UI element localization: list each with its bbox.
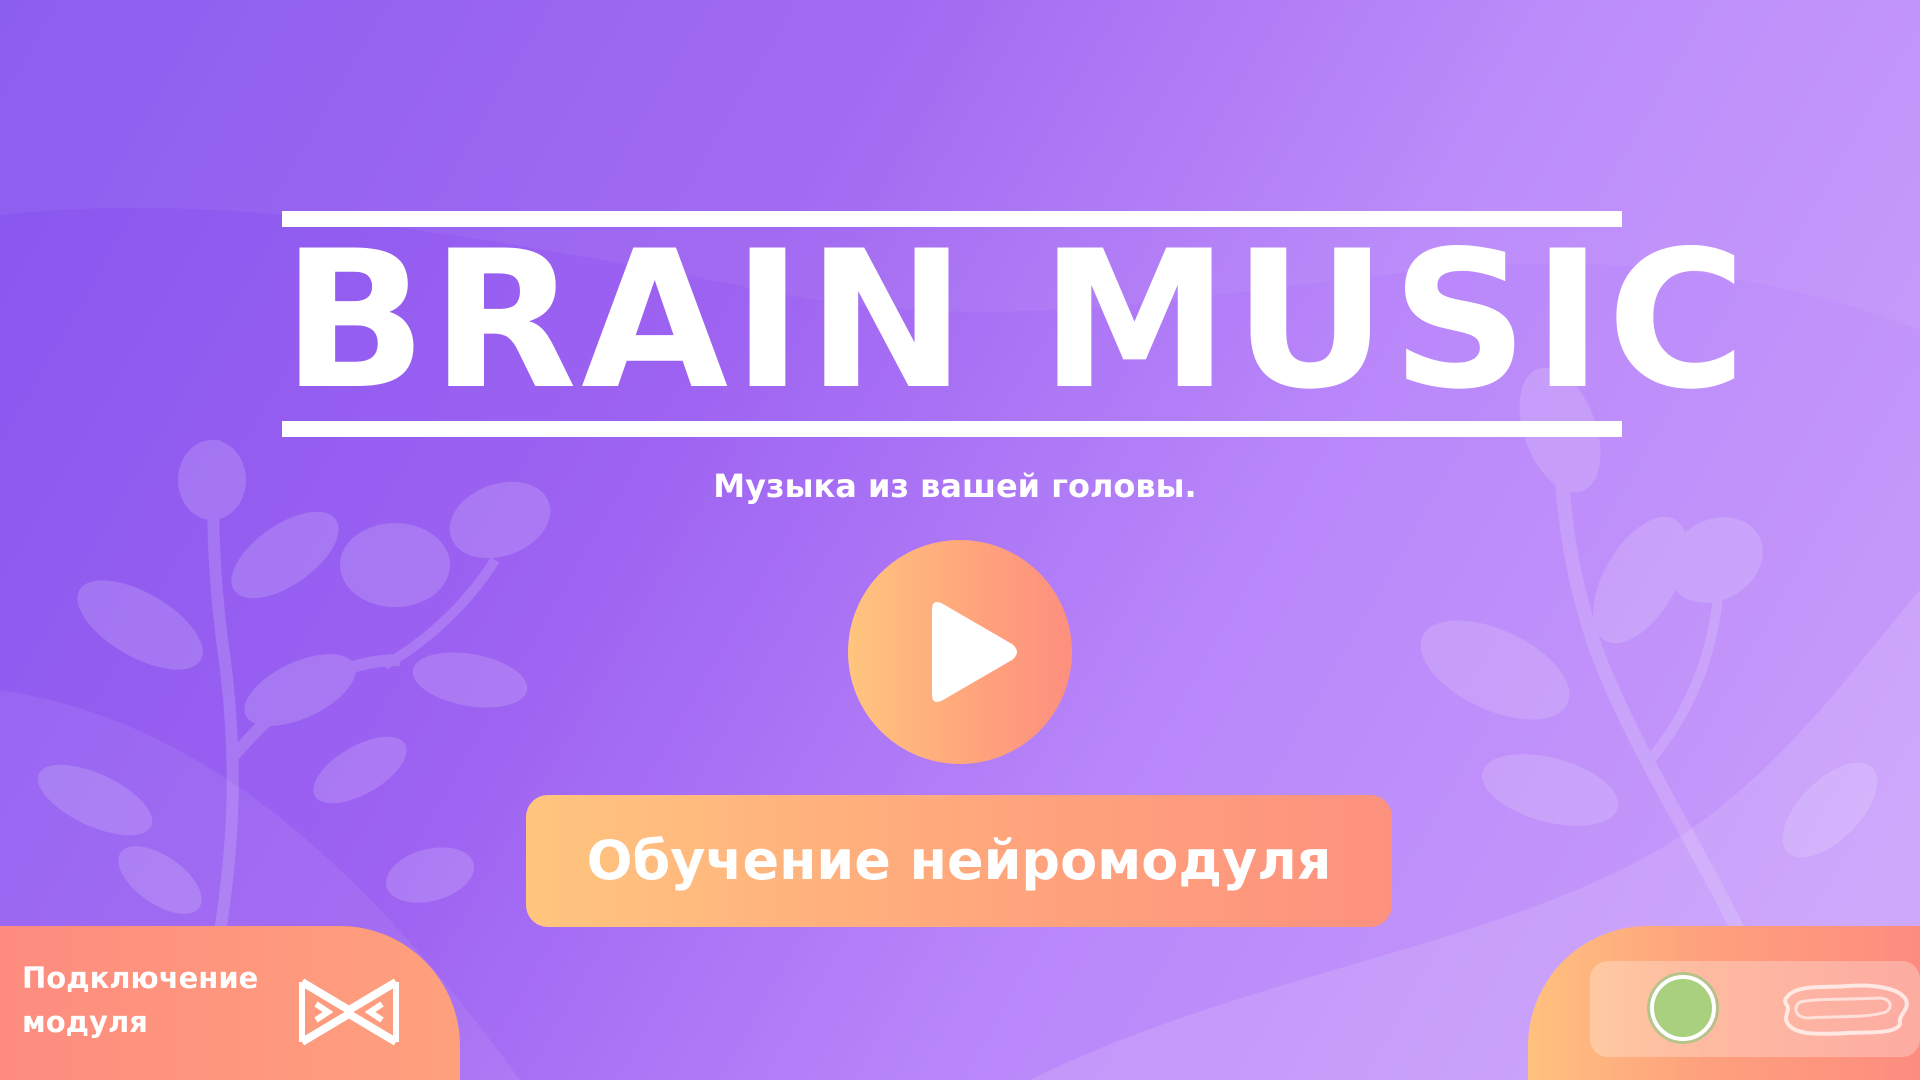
play-icon	[932, 602, 1017, 702]
module-status-panel	[1528, 926, 1920, 1080]
play-button[interactable]	[848, 540, 1072, 764]
leaf-branch-right-icon	[1420, 367, 1878, 938]
connection-status-indicator	[1650, 975, 1716, 1041]
connect-module-label-line1: Подключение	[22, 961, 259, 995]
leaf-branch-left-icon	[37, 439, 551, 992]
module-connection-icon	[299, 978, 399, 1046]
app-tagline: Музыка из вашей головы.	[713, 467, 1197, 505]
connect-module-button[interactable]: Подключение модуля	[0, 926, 460, 1080]
app-title: BRAIN MUSIC	[282, 210, 1751, 431]
title-rule-bottom	[282, 421, 1622, 437]
brain-signal-icon	[1783, 983, 1909, 1036]
connect-module-label-line2: модуля	[22, 1005, 148, 1039]
train-neuromodule-button[interactable]: Обучение нейромодуля	[526, 795, 1392, 927]
connect-module-label: Подключение модуля	[22, 956, 292, 1044]
